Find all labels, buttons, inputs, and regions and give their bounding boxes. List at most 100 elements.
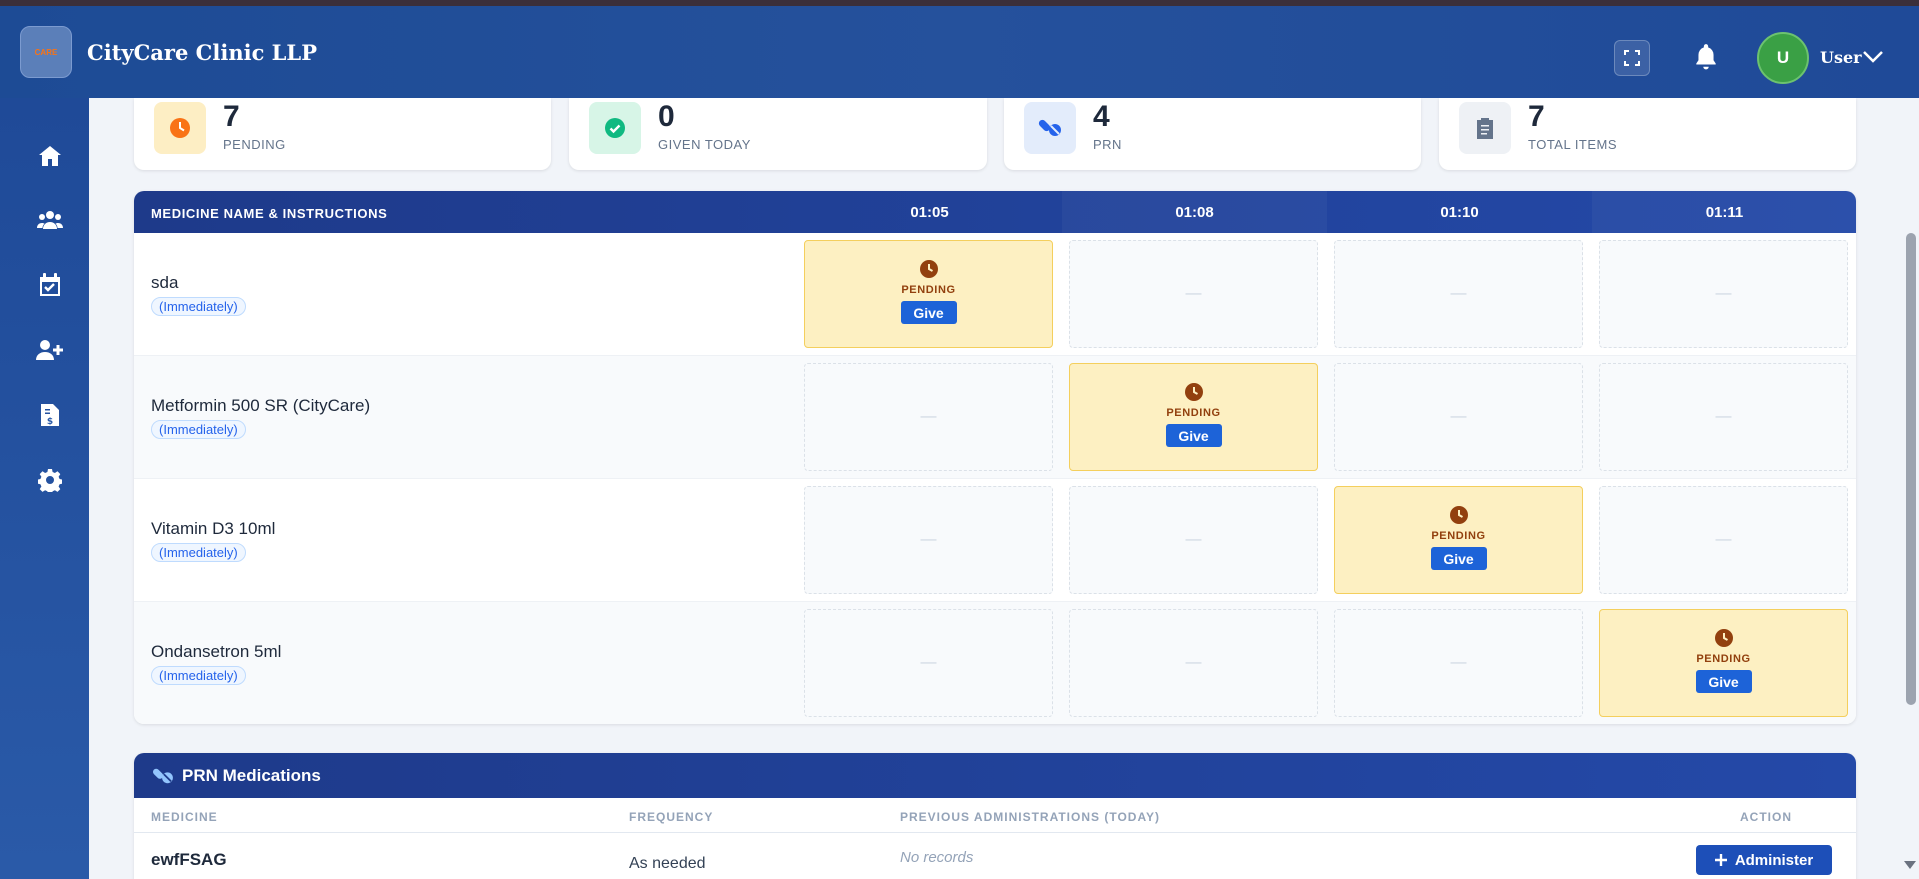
pending-status: PENDING [1166, 407, 1221, 419]
chevron-down-icon[interactable] [1862, 48, 1884, 64]
clock-icon [1184, 383, 1203, 401]
pills-icon [152, 768, 173, 784]
pills-icon [1038, 119, 1061, 136]
mar-row: Ondansetron 5ml (Immediately) — — — PENDING Gi… [134, 602, 1856, 724]
stat-label: TOTAL ITEMS [1528, 137, 1618, 152]
main-content: 7 PENDING 0 GIVEN TODAY 4 PRN 7 TOTAL IT… [89, 98, 1919, 879]
give-button[interactable]: Give [900, 301, 957, 324]
mar-row: Vitamin D3 10ml (Immediately) — — PENDING Giv… [134, 479, 1856, 602]
stat-icon-box [589, 102, 641, 154]
stat-label: GIVEN TODAY [658, 137, 751, 152]
clock-icon [170, 118, 190, 138]
prn-column-medicine: MEDICINE [151, 810, 218, 824]
dose-slot-empty: — [1069, 609, 1318, 717]
column-header-time: 01:08 [1062, 191, 1327, 233]
sidebar-item-billing[interactable]: $ [36, 401, 64, 429]
give-button[interactable]: Give [1430, 547, 1487, 570]
instruction-badge: (Immediately) [151, 297, 246, 316]
svg-text:$: $ [47, 417, 53, 427]
dose-slot-pending: PENDING Give [1334, 486, 1583, 594]
sidebar-item-add-patient[interactable] [36, 336, 64, 364]
plus-icon [1714, 854, 1727, 866]
mar-table-header: MEDICINE NAME & INSTRUCTIONS 01:05 01:08… [134, 191, 1856, 233]
clinic-logo[interactable]: CARE [20, 26, 72, 78]
dose-slot-empty: — [1069, 240, 1318, 348]
stat-card-given-today: 0 GIVEN TODAY [569, 98, 987, 170]
pending-status: PENDING [901, 284, 956, 296]
stat-label: PRN [1093, 137, 1122, 152]
prn-column-previous: PREVIOUS ADMINISTRATIONS (TODAY) [900, 810, 1161, 824]
mar-table: MEDICINE NAME & INSTRUCTIONS 01:05 01:08… [134, 191, 1856, 724]
prn-header: PRN Medications [134, 753, 1856, 798]
vertical-scrollbar[interactable] [1906, 233, 1916, 705]
dose-slot-empty: — [1334, 363, 1583, 471]
mar-row: Metformin 500 SR (CityCare) (Immediately)… [134, 356, 1856, 479]
administer-button-label: Administer [1734, 851, 1814, 869]
dose-slot-empty: — [804, 486, 1053, 594]
stat-card-total-items: 7 TOTAL ITEMS [1439, 98, 1856, 170]
sidebar-item-patients[interactable] [36, 206, 64, 234]
sidebar-item-settings[interactable] [36, 466, 64, 494]
column-header-time: 01:11 [1592, 191, 1856, 233]
dose-slot-empty: — [1599, 363, 1848, 471]
instruction-badge: (Immediately) [151, 420, 246, 439]
dose-slot-empty: — [804, 363, 1053, 471]
notifications-button[interactable] [1690, 40, 1722, 74]
prn-column-action: ACTION [1740, 810, 1792, 824]
administer-button[interactable]: Administer [1696, 845, 1832, 875]
fullscreen-button[interactable] [1614, 40, 1650, 76]
app-header: CARE CityCare Clinic LLP U User [0, 6, 1919, 98]
dose-slot-empty: — [1069, 486, 1318, 594]
user-avatar[interactable]: U [1757, 32, 1809, 84]
dose-slot-empty: — [1334, 609, 1583, 717]
stat-value: 7 [223, 100, 240, 133]
instruction-badge: (Immediately) [151, 666, 246, 685]
stat-value: 4 [1093, 100, 1110, 133]
sidebar-item-home[interactable] [36, 142, 64, 170]
medicine-name: Metformin 500 SR (CityCare) [151, 396, 371, 415]
clock-icon [919, 260, 938, 278]
dose-slot-empty: — [1599, 486, 1848, 594]
check-circle-icon [605, 118, 625, 138]
clock-icon [1449, 506, 1468, 524]
gear-icon [38, 469, 62, 492]
stat-card-pending: 7 PENDING [134, 98, 551, 170]
dose-slot-pending: PENDING Give [1069, 363, 1318, 471]
clock-icon [1714, 629, 1733, 647]
sidebar-item-appointments[interactable] [36, 271, 64, 299]
logo-text: CARE [34, 47, 58, 57]
prn-title: PRN Medications [182, 766, 321, 785]
prn-medications-panel: PRN Medications MEDICINE FREQUENCY PREVI… [134, 753, 1856, 879]
prn-column-frequency: FREQUENCY [629, 810, 714, 824]
user-menu-label[interactable]: User [1820, 48, 1862, 67]
fullscreen-icon [1624, 50, 1640, 66]
stat-icon-box [1459, 102, 1511, 154]
give-button[interactable]: Give [1695, 670, 1752, 693]
mar-row: sda (Immediately) PENDING Give — — — [134, 233, 1856, 356]
pending-status: PENDING [1696, 653, 1751, 665]
home-icon [39, 146, 61, 166]
users-icon [37, 211, 63, 229]
give-button[interactable]: Give [1165, 424, 1222, 447]
dose-slot-empty: — [1599, 240, 1848, 348]
medicine-name: sda [151, 273, 179, 292]
scroll-down-arrow[interactable] [1904, 861, 1916, 869]
stat-icon-box [154, 102, 206, 154]
stat-label: PENDING [223, 137, 286, 152]
prn-medicine-name: ewfFSAG [151, 850, 227, 869]
column-header-medicine: MEDICINE NAME & INSTRUCTIONS [151, 206, 388, 221]
instruction-badge: (Immediately) [151, 543, 246, 562]
dose-slot-pending: PENDING Give [1599, 609, 1848, 717]
dose-slot-empty: — [1334, 240, 1583, 348]
sidebar: $ [0, 98, 89, 879]
user-plus-icon [36, 340, 63, 360]
stat-card-prn: 4 PRN [1004, 98, 1421, 170]
dose-slot-empty: — [804, 609, 1053, 717]
medicine-name: Vitamin D3 10ml [151, 519, 276, 538]
pending-status: PENDING [1431, 530, 1486, 542]
medicine-name: Ondansetron 5ml [151, 642, 282, 661]
prn-previous-administrations: No records [900, 849, 974, 866]
prn-column-headers: MEDICINE FREQUENCY PREVIOUS ADMINISTRATI… [134, 798, 1856, 833]
dose-slot-pending: PENDING Give [804, 240, 1053, 348]
stat-value: 0 [658, 100, 675, 133]
